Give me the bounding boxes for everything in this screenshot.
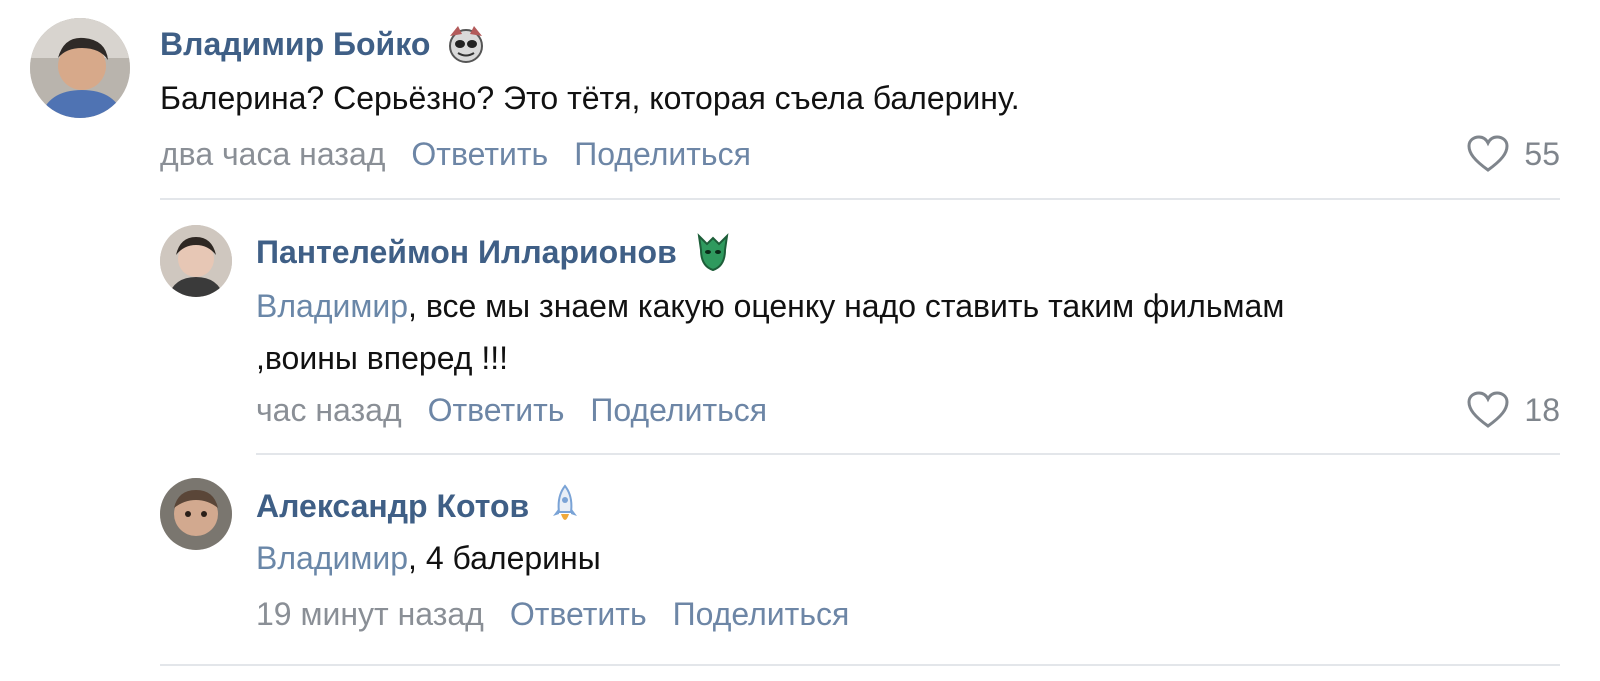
reply-button[interactable]: Ответить — [411, 136, 548, 173]
heart-icon — [1467, 135, 1509, 172]
share-button[interactable]: Поделиться — [574, 136, 751, 173]
comment-text: Владимир, 4 балерины — [256, 532, 601, 584]
comment-text-content: , 4 балерины — [408, 540, 601, 576]
share-button[interactable]: Поделиться — [590, 392, 767, 429]
avatar[interactable] — [30, 18, 130, 118]
like-count: 55 — [1524, 135, 1560, 172]
cartoon-face-icon — [444, 22, 488, 66]
author-name[interactable]: Пантелеймон Илларионов — [256, 230, 735, 274]
heart-icon — [1467, 391, 1509, 428]
divider — [160, 664, 1560, 666]
mention-link[interactable]: Владимир — [256, 540, 408, 576]
like-button[interactable]: 18 — [1466, 390, 1560, 430]
share-button[interactable]: Поделиться — [673, 596, 850, 633]
author-name-text[interactable]: Пантелеймон Илларионов — [256, 234, 677, 271]
author-name-text[interactable]: Владимир Бойко — [160, 26, 430, 63]
comment-meta: час назад Ответить Поделиться — [256, 392, 767, 429]
comment-meta: два часа назад Ответить Поделиться — [160, 136, 751, 173]
reply-button[interactable]: Ответить — [510, 596, 647, 633]
reply-button[interactable]: Ответить — [428, 392, 565, 429]
timestamp: два часа назад — [160, 136, 386, 172]
divider — [160, 198, 1560, 200]
timestamp: час назад — [256, 392, 402, 428]
author-name-text[interactable]: Александр Котов — [256, 488, 529, 525]
like-count: 18 — [1524, 391, 1560, 428]
green-dragon-icon — [691, 230, 735, 274]
comment-text-line2: ,воины вперед !!! — [256, 340, 509, 376]
comment-meta: 19 минут назад Ответить Поделиться — [256, 596, 849, 633]
divider — [256, 453, 1560, 455]
avatar[interactable] — [160, 478, 232, 550]
comment-text: Балерина? Серьёзно? Это тётя, которая съ… — [160, 72, 1020, 124]
comment-text-content: Балерина? Серьёзно? Это тётя, которая съ… — [160, 80, 1020, 116]
mention-link[interactable]: Владимир — [256, 288, 408, 324]
comment-text: Владимир, все мы знаем какую оценку надо… — [256, 280, 1284, 384]
rocket-icon — [543, 484, 587, 528]
like-button[interactable]: 55 — [1466, 134, 1560, 174]
author-name[interactable]: Владимир Бойко — [160, 22, 488, 66]
comment-text-content: , все мы знаем какую оценку надо ставить… — [408, 288, 1285, 324]
timestamp: 19 минут назад — [256, 596, 484, 632]
avatar[interactable] — [160, 225, 232, 297]
author-name[interactable]: Александр Котов — [256, 484, 587, 528]
